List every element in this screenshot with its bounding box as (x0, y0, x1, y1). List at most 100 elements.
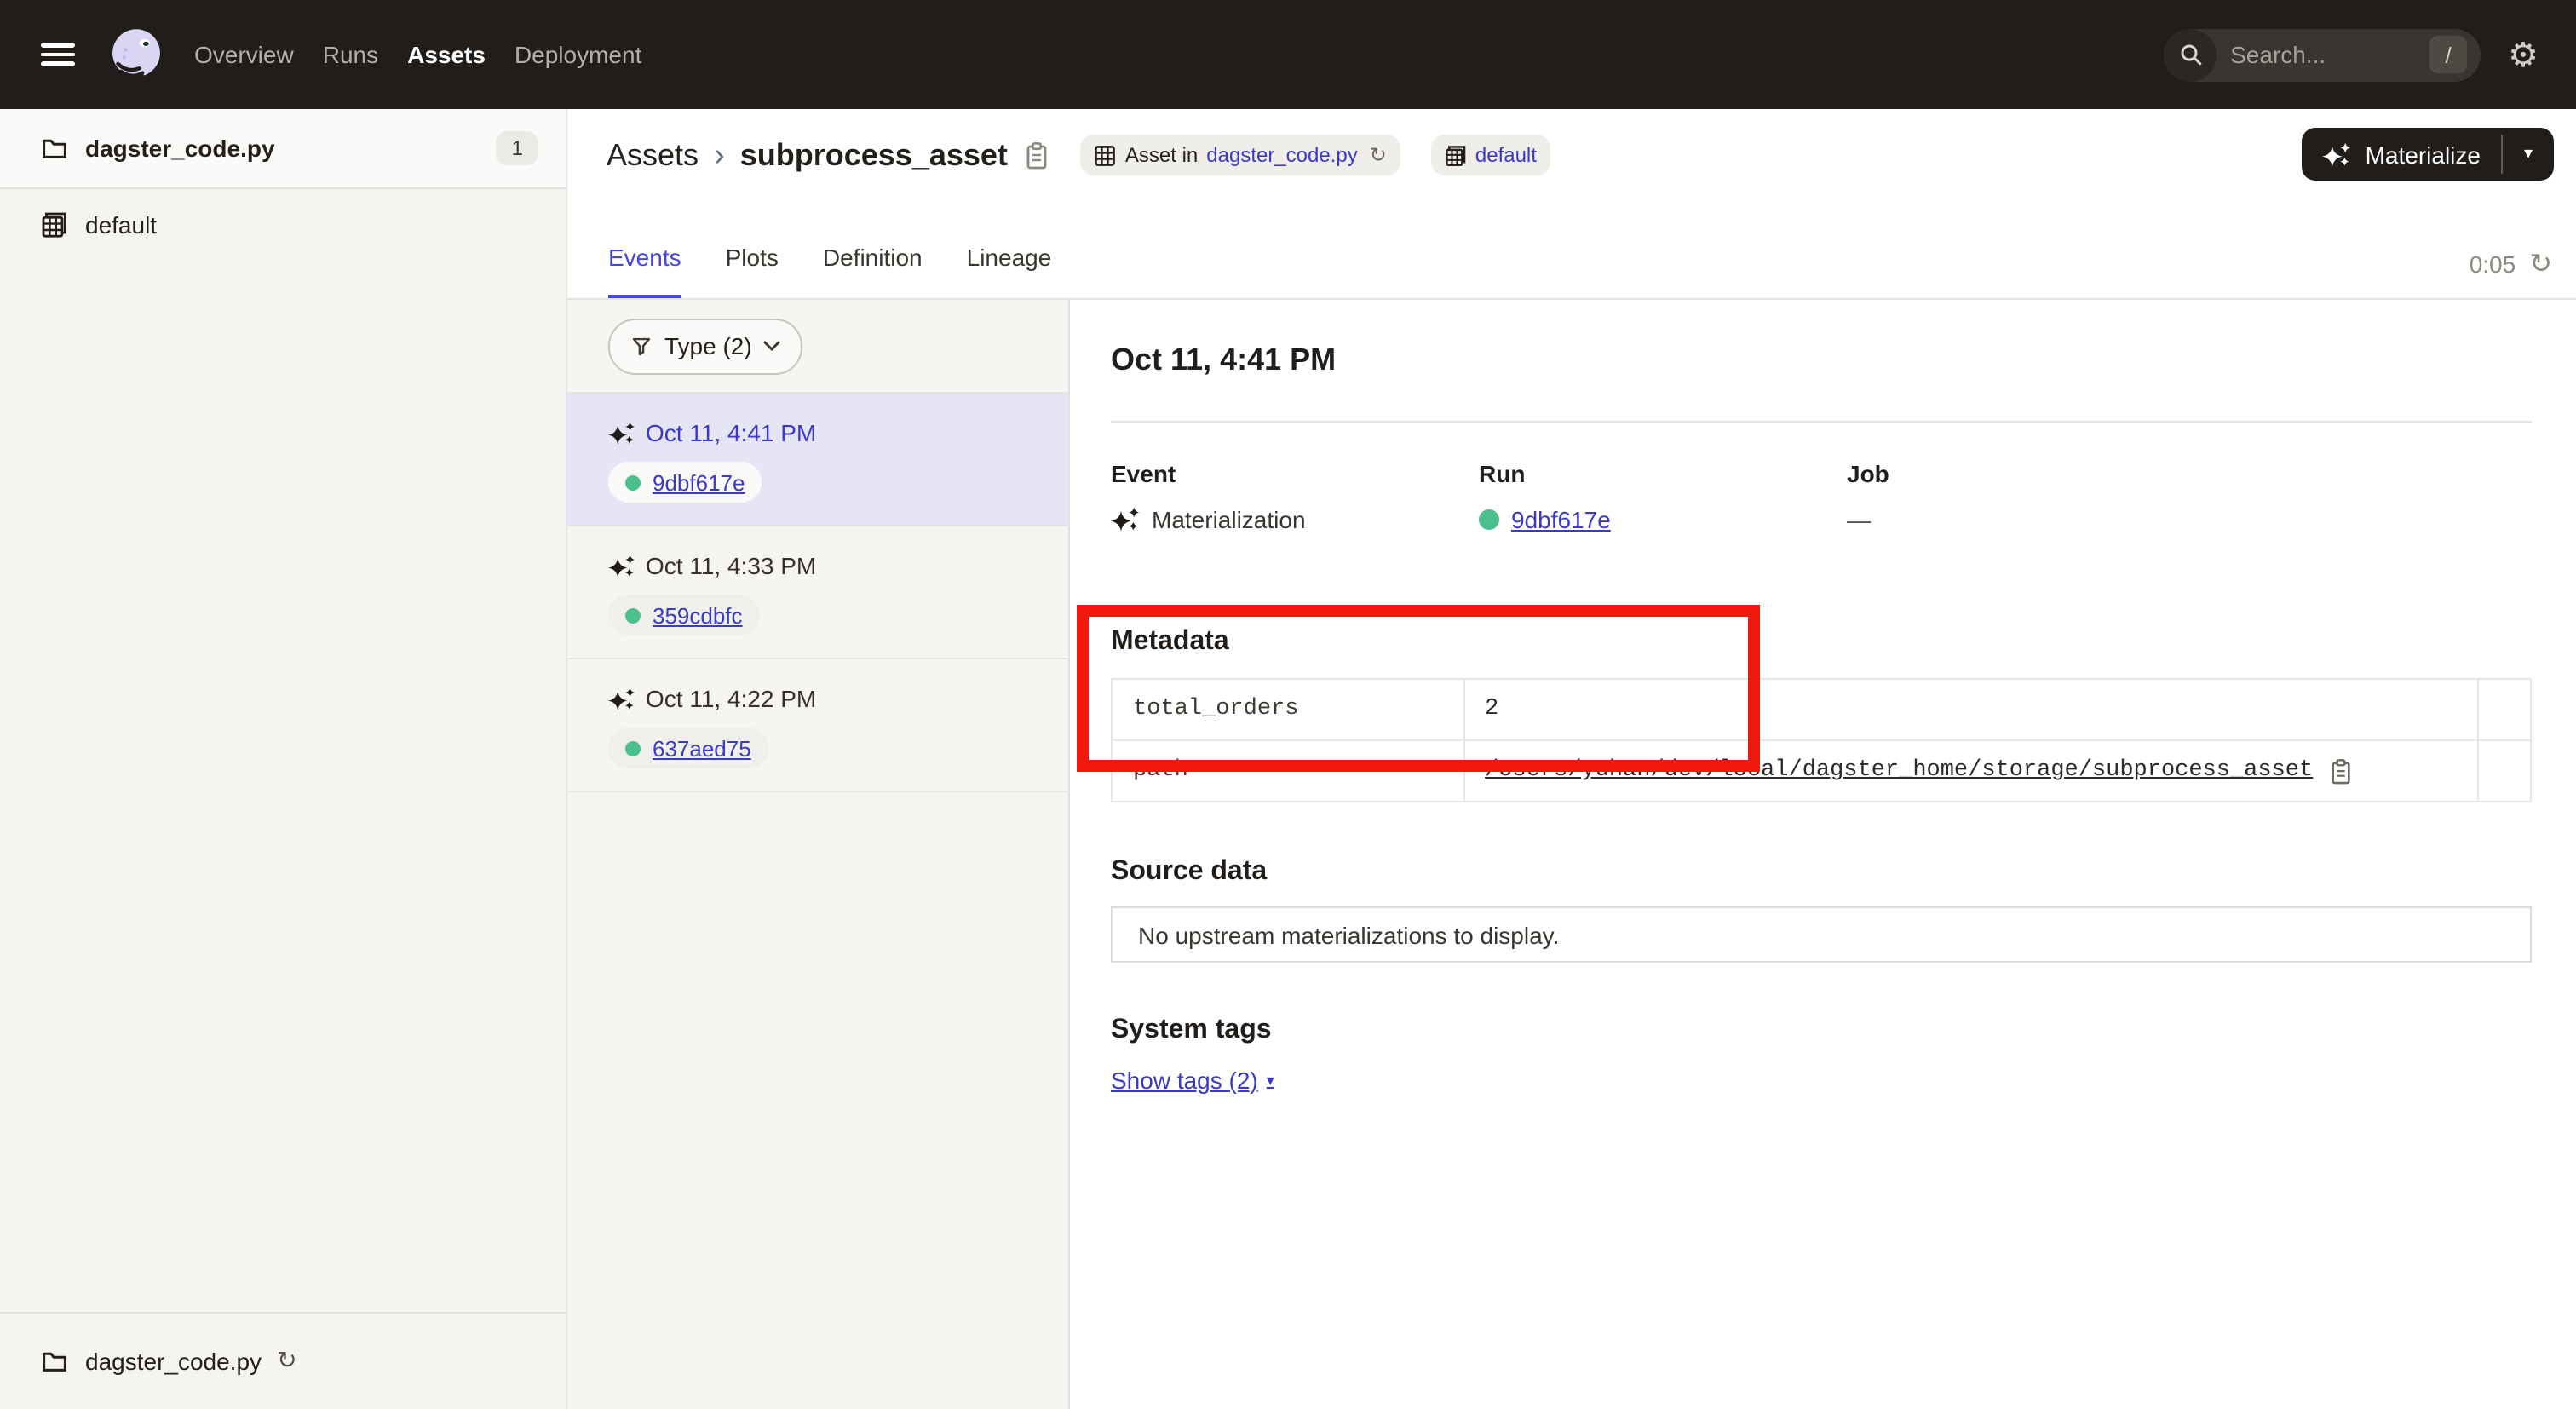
event-fields: Event Materialization Run 9dbf617e (1111, 460, 2532, 533)
materialize-button[interactable]: Materialize (2303, 128, 2501, 181)
job-empty-value: — (1847, 506, 1871, 533)
event-label: Event (1111, 460, 1479, 487)
sidebar-footer-code-location[interactable]: dagster_code.py ↻ (0, 1312, 566, 1409)
sparkle-icon (2323, 141, 2352, 168)
code-location-link[interactable]: dagster_code.py (1206, 143, 1357, 167)
folder-icon (41, 135, 68, 162)
caret-down-icon: ▾ (1267, 1071, 1274, 1090)
events-filter-bar: Type (2) (567, 300, 1068, 394)
event-list-item[interactable]: Oct 11, 4:33 PM 359cdbfc (567, 526, 1068, 659)
run-id-link[interactable]: 637aed75 (653, 735, 751, 761)
breadcrumb-chevron-icon: › (714, 139, 725, 171)
hamburger-menu-icon[interactable] (41, 43, 75, 66)
metadata-gutter-cell (2478, 679, 2531, 740)
nav-item-overview[interactable]: Overview (194, 41, 294, 68)
search-icon (2164, 28, 2217, 81)
tab-events[interactable]: Events (608, 244, 681, 298)
source-data-empty-state: No upstream materializations to display. (1111, 906, 2532, 963)
metadata-row: total_orders 2 (1112, 679, 2531, 740)
run-status-dot (625, 474, 641, 490)
asset-group-tag: default (1431, 135, 1550, 175)
tab-plots[interactable]: Plots (726, 244, 779, 298)
materialize-label: Materialize (2366, 141, 2481, 168)
metadata-heading: Metadata (1111, 627, 2532, 658)
show-tags-toggle[interactable]: Show tags (2) ▾ (1111, 1067, 1274, 1094)
search-input[interactable]: Search... / (2164, 28, 2481, 81)
reload-definition-icon[interactable]: ↻ (1370, 145, 1387, 165)
source-data-empty-text: No upstream materializations to display. (1138, 921, 1559, 948)
asset-definition-tag: Asset in dagster_code.py ↻ (1081, 135, 1400, 175)
asset-tabs: Events Plots Definition Lineage (567, 201, 2576, 298)
event-list-item[interactable]: Oct 11, 4:22 PM 637aed75 (567, 659, 1068, 792)
event-timestamp: Oct 11, 4:33 PM (646, 552, 816, 579)
top-nav-links: Overview Runs Assets Deployment (194, 41, 641, 68)
metadata-key: path (1112, 740, 1463, 802)
refresh-icon[interactable]: ↻ (2529, 250, 2552, 278)
nav-item-runs[interactable]: Runs (323, 41, 378, 68)
top-nav: Overview Runs Assets Deployment Search..… (0, 0, 2576, 109)
settings-gear-icon[interactable]: ⚙ (2508, 37, 2539, 72)
slash-shortcut-key: / (2429, 36, 2467, 73)
timer-countdown: 0:05 (2470, 250, 2516, 278)
footer-code-location-name: dagster_code.py (85, 1348, 262, 1375)
source-data-heading: Source data (1111, 857, 2532, 888)
nav-item-assets[interactable]: Assets (407, 41, 486, 68)
chevron-down-icon (764, 340, 781, 352)
event-timestamp: Oct 11, 4:41 PM (646, 419, 816, 446)
metadata-value: 2 (1463, 679, 2478, 740)
funnel-icon (630, 335, 653, 357)
type-filter-label: Type (2) (664, 332, 752, 359)
folder-icon (41, 1348, 68, 1375)
event-type-value: Materialization (1152, 506, 1306, 533)
event-detail-title: Oct 11, 4:41 PM (1111, 342, 2532, 378)
tab-lineage[interactable]: Lineage (967, 244, 1052, 298)
run-pill[interactable]: 359cdbfc (608, 595, 760, 635)
reload-code-location-icon[interactable]: ↻ (277, 1349, 296, 1373)
event-field: Event Materialization (1111, 460, 1479, 533)
copy-asset-name-icon[interactable] (1025, 141, 1050, 170)
dagster-logo-icon[interactable] (106, 24, 167, 85)
run-status-dot (625, 607, 641, 623)
run-status-dot (625, 740, 641, 756)
copy-path-icon[interactable] (2328, 757, 2352, 785)
metadata-gutter-cell (2478, 740, 2531, 802)
system-tags-heading: System tags (1111, 1015, 2532, 1046)
materialization-sparkle-icon (608, 420, 635, 446)
run-id-link[interactable]: 359cdbfc (653, 602, 743, 628)
tab-definition[interactable]: Definition (823, 244, 923, 298)
path-link[interactable]: /Users/yuhan/dev/local/dagster_home/stor… (1485, 758, 2313, 784)
run-status-dot (1479, 509, 1499, 530)
show-tags-label: Show tags (2) (1111, 1067, 1258, 1094)
nav-item-deployment[interactable]: Deployment (515, 41, 641, 68)
group-grid-icon (1445, 144, 1467, 166)
asset-name-title: subprocess_asset (740, 137, 1008, 173)
asset-header: Assets › subprocess_asset Asset in dagst… (567, 109, 2576, 300)
materialize-dropdown-caret[interactable]: ▾ (2503, 128, 2554, 181)
run-id-link[interactable]: 9dbf617e (653, 469, 745, 495)
sidebar-item-code-location[interactable]: dagster_code.py 1 (0, 109, 566, 189)
run-id-link[interactable]: 9dbf617e (1511, 506, 1611, 533)
run-pill[interactable]: 637aed75 (608, 728, 768, 768)
metadata-key: total_orders (1112, 679, 1463, 740)
top-nav-right: Search... / ⚙ (2164, 28, 2576, 81)
event-list-item[interactable]: Oct 11, 4:41 PM 9dbf617e (567, 394, 1068, 526)
asset-groups-sidebar: dagster_code.py 1 default dagster_code.p… (0, 109, 567, 1409)
type-filter-dropdown[interactable]: Type (2) (608, 318, 803, 374)
run-label: Run (1479, 460, 1847, 487)
job-field: Job — (1847, 460, 2215, 533)
divider (1111, 421, 2532, 423)
breadcrumb-assets-link[interactable]: Assets (607, 137, 699, 173)
events-list-panel: Type (2) Oct 11, 4:41 PM 9dbf617e (567, 300, 1070, 1409)
run-pill[interactable]: 9dbf617e (608, 462, 762, 503)
sidebar-item-default-group[interactable]: default (0, 189, 566, 261)
group-link[interactable]: default (1475, 143, 1537, 167)
materialization-sparkle-icon (608, 686, 635, 711)
asset-grid-icon (1095, 144, 1117, 166)
metadata-table: total_orders 2 path /Users/yuhan/dev/loc… (1111, 678, 2532, 802)
group-name: default (85, 211, 157, 239)
refresh-timer: 0:05 ↻ (2470, 250, 2552, 278)
search-placeholder: Search... (2230, 41, 2429, 68)
tag-prefix: Asset in (1125, 143, 1198, 167)
job-label: Job (1847, 460, 2215, 487)
event-detail-panel: Oct 11, 4:41 PM Event Materialization Ru… (1072, 300, 2576, 1409)
